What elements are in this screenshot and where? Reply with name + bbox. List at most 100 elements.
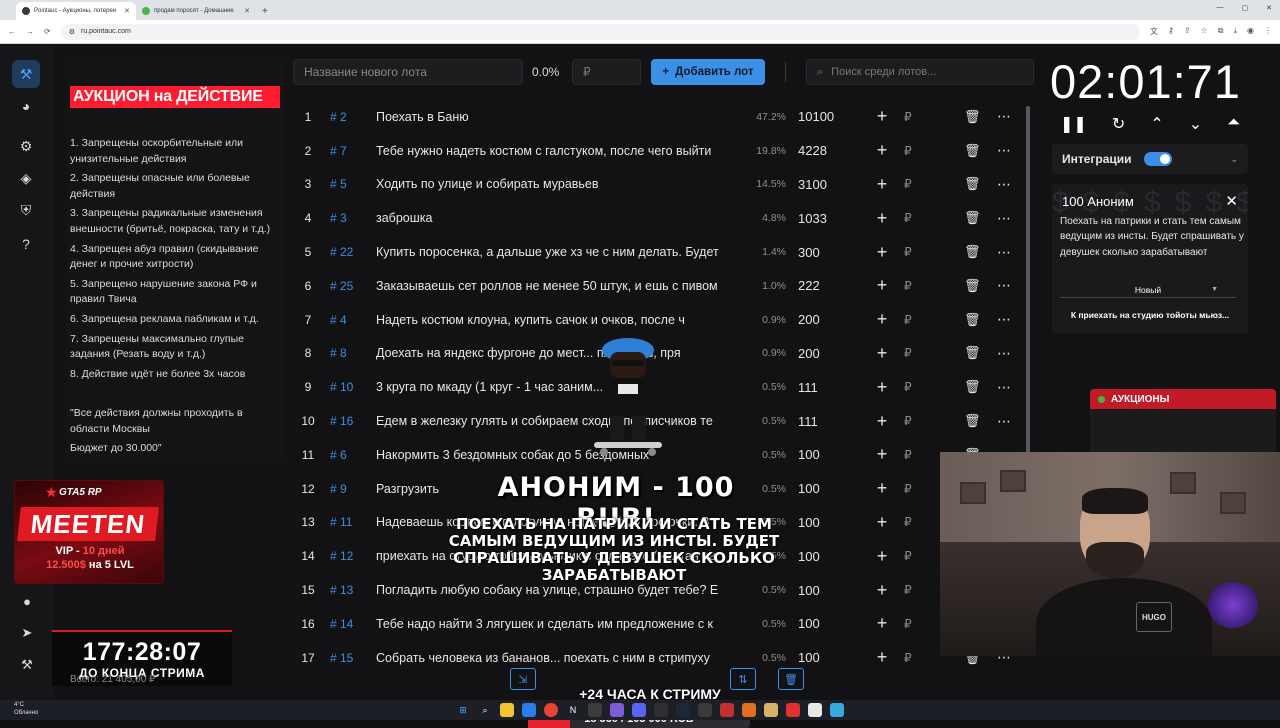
lot-id-link[interactable]: # 22 <box>324 245 376 259</box>
more-options-icon[interactable]: ⋯ <box>997 379 1012 396</box>
app-icon[interactable] <box>786 703 800 717</box>
lot-amount[interactable]: 10100 <box>794 109 854 124</box>
steam-icon[interactable] <box>676 703 690 717</box>
lot-name[interactable]: Заказываешь сет роллов не менее 50 штук,… <box>376 279 738 293</box>
lot-name[interactable]: 3 круга по мкаду (1 круг - 1 час заним..… <box>376 380 738 394</box>
lot-amount[interactable]: 111 <box>794 380 854 395</box>
discord-icon[interactable] <box>632 703 646 717</box>
lot-id-link[interactable]: # 13 <box>324 583 376 597</box>
more-options-icon[interactable]: ⋯ <box>997 277 1012 294</box>
lot-name[interactable]: Погладить любую собаку на улице, страшно… <box>376 583 738 597</box>
lot-name[interactable]: Собрать человека из бананов... поехать с… <box>376 651 738 665</box>
lot-amount[interactable]: 100 <box>794 583 854 598</box>
integrations-switch[interactable] <box>1143 152 1172 166</box>
app-icon[interactable] <box>742 703 756 717</box>
increase-time-icon[interactable]: ⌃ <box>1150 114 1163 134</box>
lot-name[interactable]: Купить поросенка, а дальше уже хз че с н… <box>376 245 738 259</box>
translate-icon[interactable]: 文 <box>1150 26 1158 37</box>
app-icon[interactable] <box>764 703 778 717</box>
share-icon[interactable]: ⇪ <box>1184 26 1191 37</box>
ruble-input-icon[interactable]: ₽ <box>904 482 918 496</box>
reset-icon[interactable]: ↻ <box>1112 114 1125 134</box>
add-amount-icon[interactable]: + <box>874 377 890 398</box>
lot-id-link[interactable]: # 12 <box>324 549 376 563</box>
ruble-input-icon[interactable]: ₽ <box>904 617 918 631</box>
lot-name[interactable]: Ходить по улице и собирать муравьев <box>376 177 738 191</box>
hammer-bottom-icon[interactable]: ⚒ <box>18 656 36 674</box>
minimize-icon[interactable]: — <box>1217 4 1224 12</box>
lot-id-link[interactable]: # 16 <box>324 414 376 428</box>
close-tab-icon[interactable]: ✕ <box>244 7 250 15</box>
more-options-icon[interactable]: ⋯ <box>997 413 1012 430</box>
lot-row[interactable]: 6 # 25 Заказываешь сет роллов не менее 50 … <box>292 269 1032 303</box>
lot-id-link[interactable]: # 6 <box>324 448 376 462</box>
add-amount-icon[interactable]: + <box>874 174 890 195</box>
lot-id-link[interactable]: # 14 <box>324 617 376 631</box>
delete-trash-icon[interactable]: 🗑 <box>964 210 981 226</box>
double-increase-icon[interactable]: ⏶ <box>1227 114 1240 134</box>
delete-trash-icon[interactable]: 🗑 <box>964 109 981 125</box>
lot-name[interactable]: Тебе нужно надеть костюм с галстуком, по… <box>376 144 738 158</box>
add-amount-icon[interactable]: + <box>874 478 890 499</box>
ruble-input-icon[interactable]: ₽ <box>904 583 918 597</box>
delete-trash-icon[interactable]: 🗑 <box>964 379 981 395</box>
lot-id-link[interactable]: # 9 <box>324 482 376 496</box>
lot-amount[interactable]: 111 <box>794 414 854 429</box>
ruble-input-icon[interactable]: ₽ <box>904 279 918 293</box>
add-amount-icon[interactable]: + <box>874 343 890 364</box>
new-lot-amount-input[interactable]: ₽ <box>572 59 641 85</box>
lot-name[interactable]: заброшка <box>376 211 738 225</box>
delete-trash-icon[interactable]: 🗑 <box>964 176 981 192</box>
lot-amount[interactable]: 222 <box>794 278 854 293</box>
ruble-input-icon[interactable]: ₽ <box>904 380 918 394</box>
more-options-icon[interactable]: ⋯ <box>997 108 1012 125</box>
maximize-icon[interactable]: ▢ <box>1242 4 1249 12</box>
lot-row[interactable]: 16 # 14 Тебе надо найти 3 лягушек и сделат… <box>292 607 1032 641</box>
lot-name[interactable]: Доехать на яндекс фургоне до мест... пл … <box>376 346 738 360</box>
lot-amount[interactable]: 4228 <box>794 143 854 158</box>
add-amount-icon[interactable]: + <box>874 444 890 465</box>
lot-id-link[interactable]: # 10 <box>324 380 376 394</box>
decrease-time-icon[interactable]: ⌄ <box>1189 114 1202 134</box>
lot-amount[interactable]: 3100 <box>794 177 854 192</box>
integrations-toggle-row[interactable]: Интеграции ⌄ <box>1052 144 1248 174</box>
app-icon[interactable]: N <box>566 703 580 717</box>
more-options-icon[interactable]: ⋯ <box>997 311 1012 328</box>
lot-amount[interactable]: 100 <box>794 447 854 462</box>
add-amount-icon[interactable]: + <box>874 309 890 330</box>
lot-id-link[interactable]: # 2 <box>324 110 376 124</box>
lot-row[interactable]: 5 # 22 Купить поросенка, а дальше уже хз ч… <box>292 235 1032 269</box>
ruble-input-icon[interactable]: ₽ <box>904 110 918 124</box>
download-icon[interactable]: ⤓ <box>1233 26 1237 37</box>
more-options-icon[interactable]: ⋯ <box>997 244 1012 261</box>
add-amount-icon[interactable]: + <box>874 242 890 263</box>
clear-list-icon[interactable]: 🗑 <box>778 668 804 690</box>
more-options-icon[interactable]: ⋯ <box>997 345 1012 362</box>
import-icon[interactable]: ⇲ <box>510 668 536 690</box>
forward-icon[interactable]: → <box>26 27 34 36</box>
delete-trash-icon[interactable]: 🗑 <box>964 413 981 429</box>
add-lot-button[interactable]: + Добавить лот <box>651 59 765 85</box>
weather-widget[interactable]: 4°C Облачно <box>14 701 38 717</box>
ruble-input-icon[interactable]: ₽ <box>904 549 918 563</box>
chrome-icon[interactable] <box>544 703 558 717</box>
obs-icon[interactable] <box>654 703 668 717</box>
delete-trash-icon[interactable]: 🗑 <box>964 345 981 361</box>
lot-row[interactable]: 17 # 15 Собрать человека из бананов... пое… <box>292 641 1032 675</box>
edge-icon[interactable] <box>522 703 536 717</box>
more-options-icon[interactable]: ⋯ <box>997 176 1012 193</box>
pause-icon[interactable]: ❚❚ <box>1060 114 1087 134</box>
more-options-icon[interactable]: ⋯ <box>997 142 1012 159</box>
key-icon[interactable]: ⚷ <box>1168 26 1174 37</box>
ruble-input-icon[interactable]: ₽ <box>904 346 918 360</box>
twitch-icon[interactable] <box>610 703 624 717</box>
ruble-input-icon[interactable]: ₽ <box>904 414 918 428</box>
close-icon[interactable]: ✕ <box>1225 192 1238 210</box>
lot-amount[interactable]: 200 <box>794 346 854 361</box>
profile-icon[interactable]: ◉ <box>1247 26 1254 37</box>
donation-status-select[interactable]: Новый ▼ <box>1060 282 1236 298</box>
browser-tab-pointauc[interactable]: Pointauc - Аукционы, лотереи ✕ <box>16 2 136 20</box>
help-icon[interactable]: ? <box>12 230 40 258</box>
address-bar[interactable]: ⚙ ru.pointauc.com <box>60 23 1141 40</box>
app-icon[interactable] <box>698 703 712 717</box>
